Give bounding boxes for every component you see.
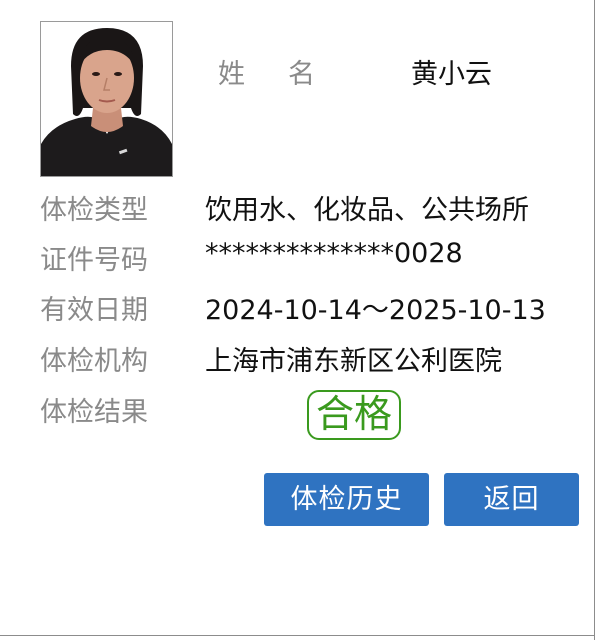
valid-date-value: 2024-10-14～2025-10-13 [205, 295, 546, 326]
valid-date-label: 有效日期 [40, 295, 148, 326]
id-number-label: 证件号码 [40, 245, 148, 276]
result-stamp: 合格 [307, 390, 401, 440]
id-number-value: **************0028 [205, 238, 463, 269]
name-label-char-2: 名 [288, 59, 315, 90]
exam-result-label: 体检结果 [40, 397, 148, 428]
card-border-right [594, 0, 595, 640]
exam-type-label: 体检类型 [40, 195, 148, 226]
name-label-char-1: 姓 [218, 59, 245, 90]
name-value: 黄小云 [411, 59, 492, 90]
health-certificate-card: 姓名 黄小云 体检类型 饮用水、化妆品、公共场所 证件号码 **********… [0, 0, 613, 640]
back-button[interactable]: 返回 [444, 473, 579, 526]
card-border-bottom [0, 635, 595, 636]
exam-history-button[interactable]: 体检历史 [264, 473, 429, 526]
id-photo [40, 21, 173, 177]
exam-institution-label: 体检机构 [40, 346, 148, 377]
name-label: 姓名 [218, 52, 315, 91]
exam-institution-value: 上海市浦东新区公利医院 [205, 346, 502, 377]
exam-type-value: 饮用水、化妆品、公共场所 [205, 195, 529, 226]
portrait-image [41, 22, 172, 176]
